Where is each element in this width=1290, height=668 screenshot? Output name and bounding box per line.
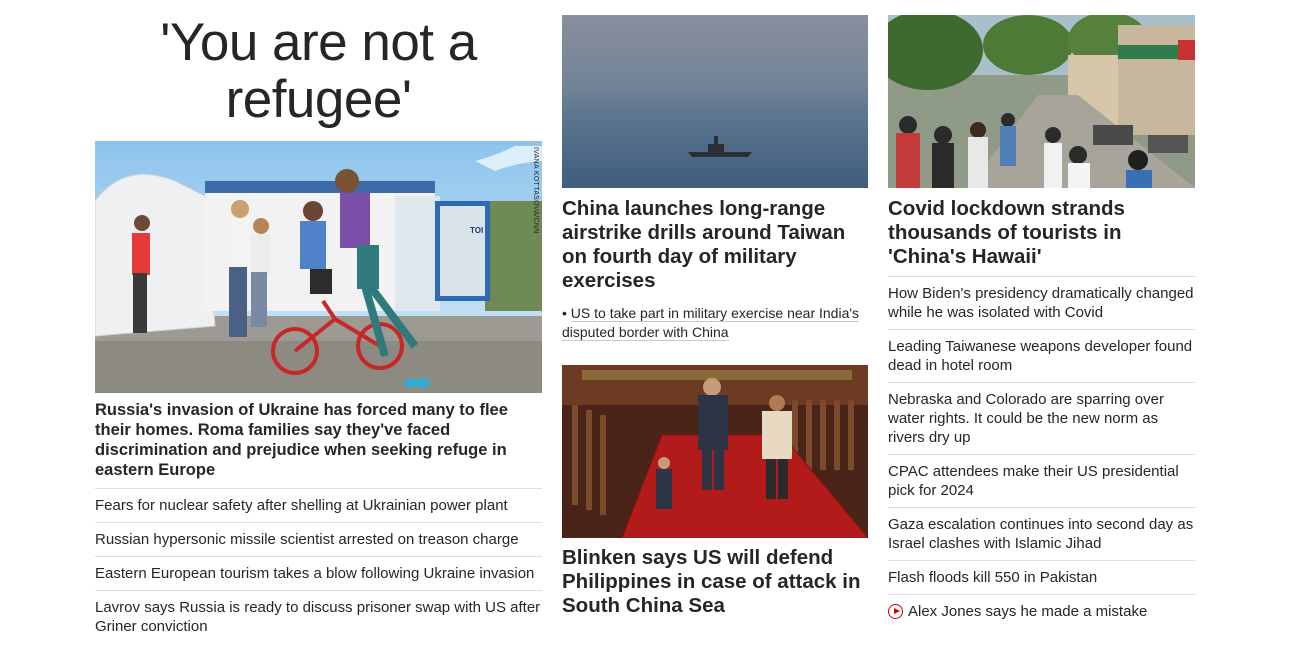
list-item: Russian hypersonic missile scientist arr… [95, 522, 542, 556]
roma-refugees-photo: TOI [95, 141, 542, 393]
blinken-title-link[interactable]: Blinken says US will defend Philippines … [562, 546, 868, 618]
list-item: Nebraska and Colorado are sparring over … [888, 382, 1195, 454]
street-crowd-photo [888, 15, 1195, 188]
headline-link[interactable]: Fears for nuclear safety after shelling … [95, 496, 542, 515]
main-headline[interactable]: 'You are not a refugee' [95, 14, 542, 128]
list-item: Eastern European tourism takes a blow fo… [95, 556, 542, 590]
play-video-icon [888, 604, 903, 619]
middle-column: China launches long-range airstrike dril… [562, 0, 868, 618]
blinken-image[interactable] [562, 365, 868, 538]
taiwan-drills-title[interactable]: China launches long-range airstrike dril… [562, 197, 868, 293]
headline-link[interactable]: Eastern European tourism takes a blow fo… [95, 564, 542, 583]
headline-link[interactable]: Lavrov says Russia is ready to discuss p… [95, 598, 542, 636]
warship-at-sea-photo [562, 15, 868, 188]
headline-link[interactable]: Nebraska and Colorado are sparring over … [888, 390, 1195, 447]
covid-lockdown-image[interactable] [888, 15, 1195, 188]
headline-link[interactable]: How Biden's presidency dramatically chan… [888, 284, 1195, 322]
video-headline-text[interactable]: Alex Jones says he made a mistake [908, 603, 1147, 620]
lead-text-link[interactable]: Russia's invasion of Ukraine has forced … [95, 400, 542, 480]
headline-link[interactable]: Russian hypersonic missile scientist arr… [95, 530, 542, 549]
covid-lockdown-title-link[interactable]: Covid lockdown strands thousands of tour… [888, 197, 1195, 269]
right-column: Covid lockdown strands thousands of tour… [888, 0, 1195, 628]
headline-link[interactable]: Leading Taiwanese weapons developer foun… [888, 337, 1195, 375]
blinken-stairs-photo [562, 365, 868, 538]
video-headline-link[interactable]: Alex Jones says he made a mistake [888, 602, 1195, 621]
headline-link[interactable]: Gaza escalation continues into second da… [888, 515, 1195, 553]
left-column: 'You are not a refugee' TOI IVANA KOTTAS… [95, 0, 542, 643]
list-item: CPAC attendees make their US presidentia… [888, 454, 1195, 507]
headline-link[interactable]: CPAC attendees make their US presidentia… [888, 462, 1195, 500]
blinken-title[interactable]: Blinken says US will defend Philippines … [562, 546, 868, 618]
lead-text[interactable]: Russia's invasion of Ukraine has forced … [95, 400, 542, 480]
list-item: Leading Taiwanese weapons developer foun… [888, 329, 1195, 382]
headline-link[interactable]: Flash floods kill 550 in Pakistan [888, 568, 1195, 587]
taiwan-drills-image[interactable] [562, 15, 868, 188]
list-item: Gaza escalation continues into second da… [888, 507, 1195, 560]
roma-refugees-image[interactable]: TOI IVANA KOTTASOVA/CNN [95, 141, 542, 393]
svg-text:TOI: TOI [470, 226, 483, 235]
related-link: • US to take part in military exercise n… [562, 304, 868, 342]
taiwan-drills-title-link[interactable]: China launches long-range airstrike dril… [562, 197, 868, 293]
list-item: Fears for nuclear safety after shelling … [95, 488, 542, 522]
india-border-link[interactable]: • US to take part in military exercise n… [562, 305, 860, 341]
india-border-link-text[interactable]: US to take part in military exercise nea… [562, 305, 860, 341]
main-headline-link[interactable]: 'You are not a refugee' [95, 14, 542, 128]
left-headline-list: Fears for nuclear safety after shelling … [95, 488, 542, 643]
right-headline-list: How Biden's presidency dramatically chan… [888, 276, 1195, 628]
list-item: How Biden's presidency dramatically chan… [888, 276, 1195, 329]
covid-lockdown-title[interactable]: Covid lockdown strands thousands of tour… [888, 197, 1195, 269]
list-item: Alex Jones says he made a mistake [888, 594, 1195, 628]
list-item: Flash floods kill 550 in Pakistan [888, 560, 1195, 594]
list-item: Lavrov says Russia is ready to discuss p… [95, 590, 542, 643]
photo-credit: IVANA KOTTASOVA/CNN [532, 147, 539, 234]
